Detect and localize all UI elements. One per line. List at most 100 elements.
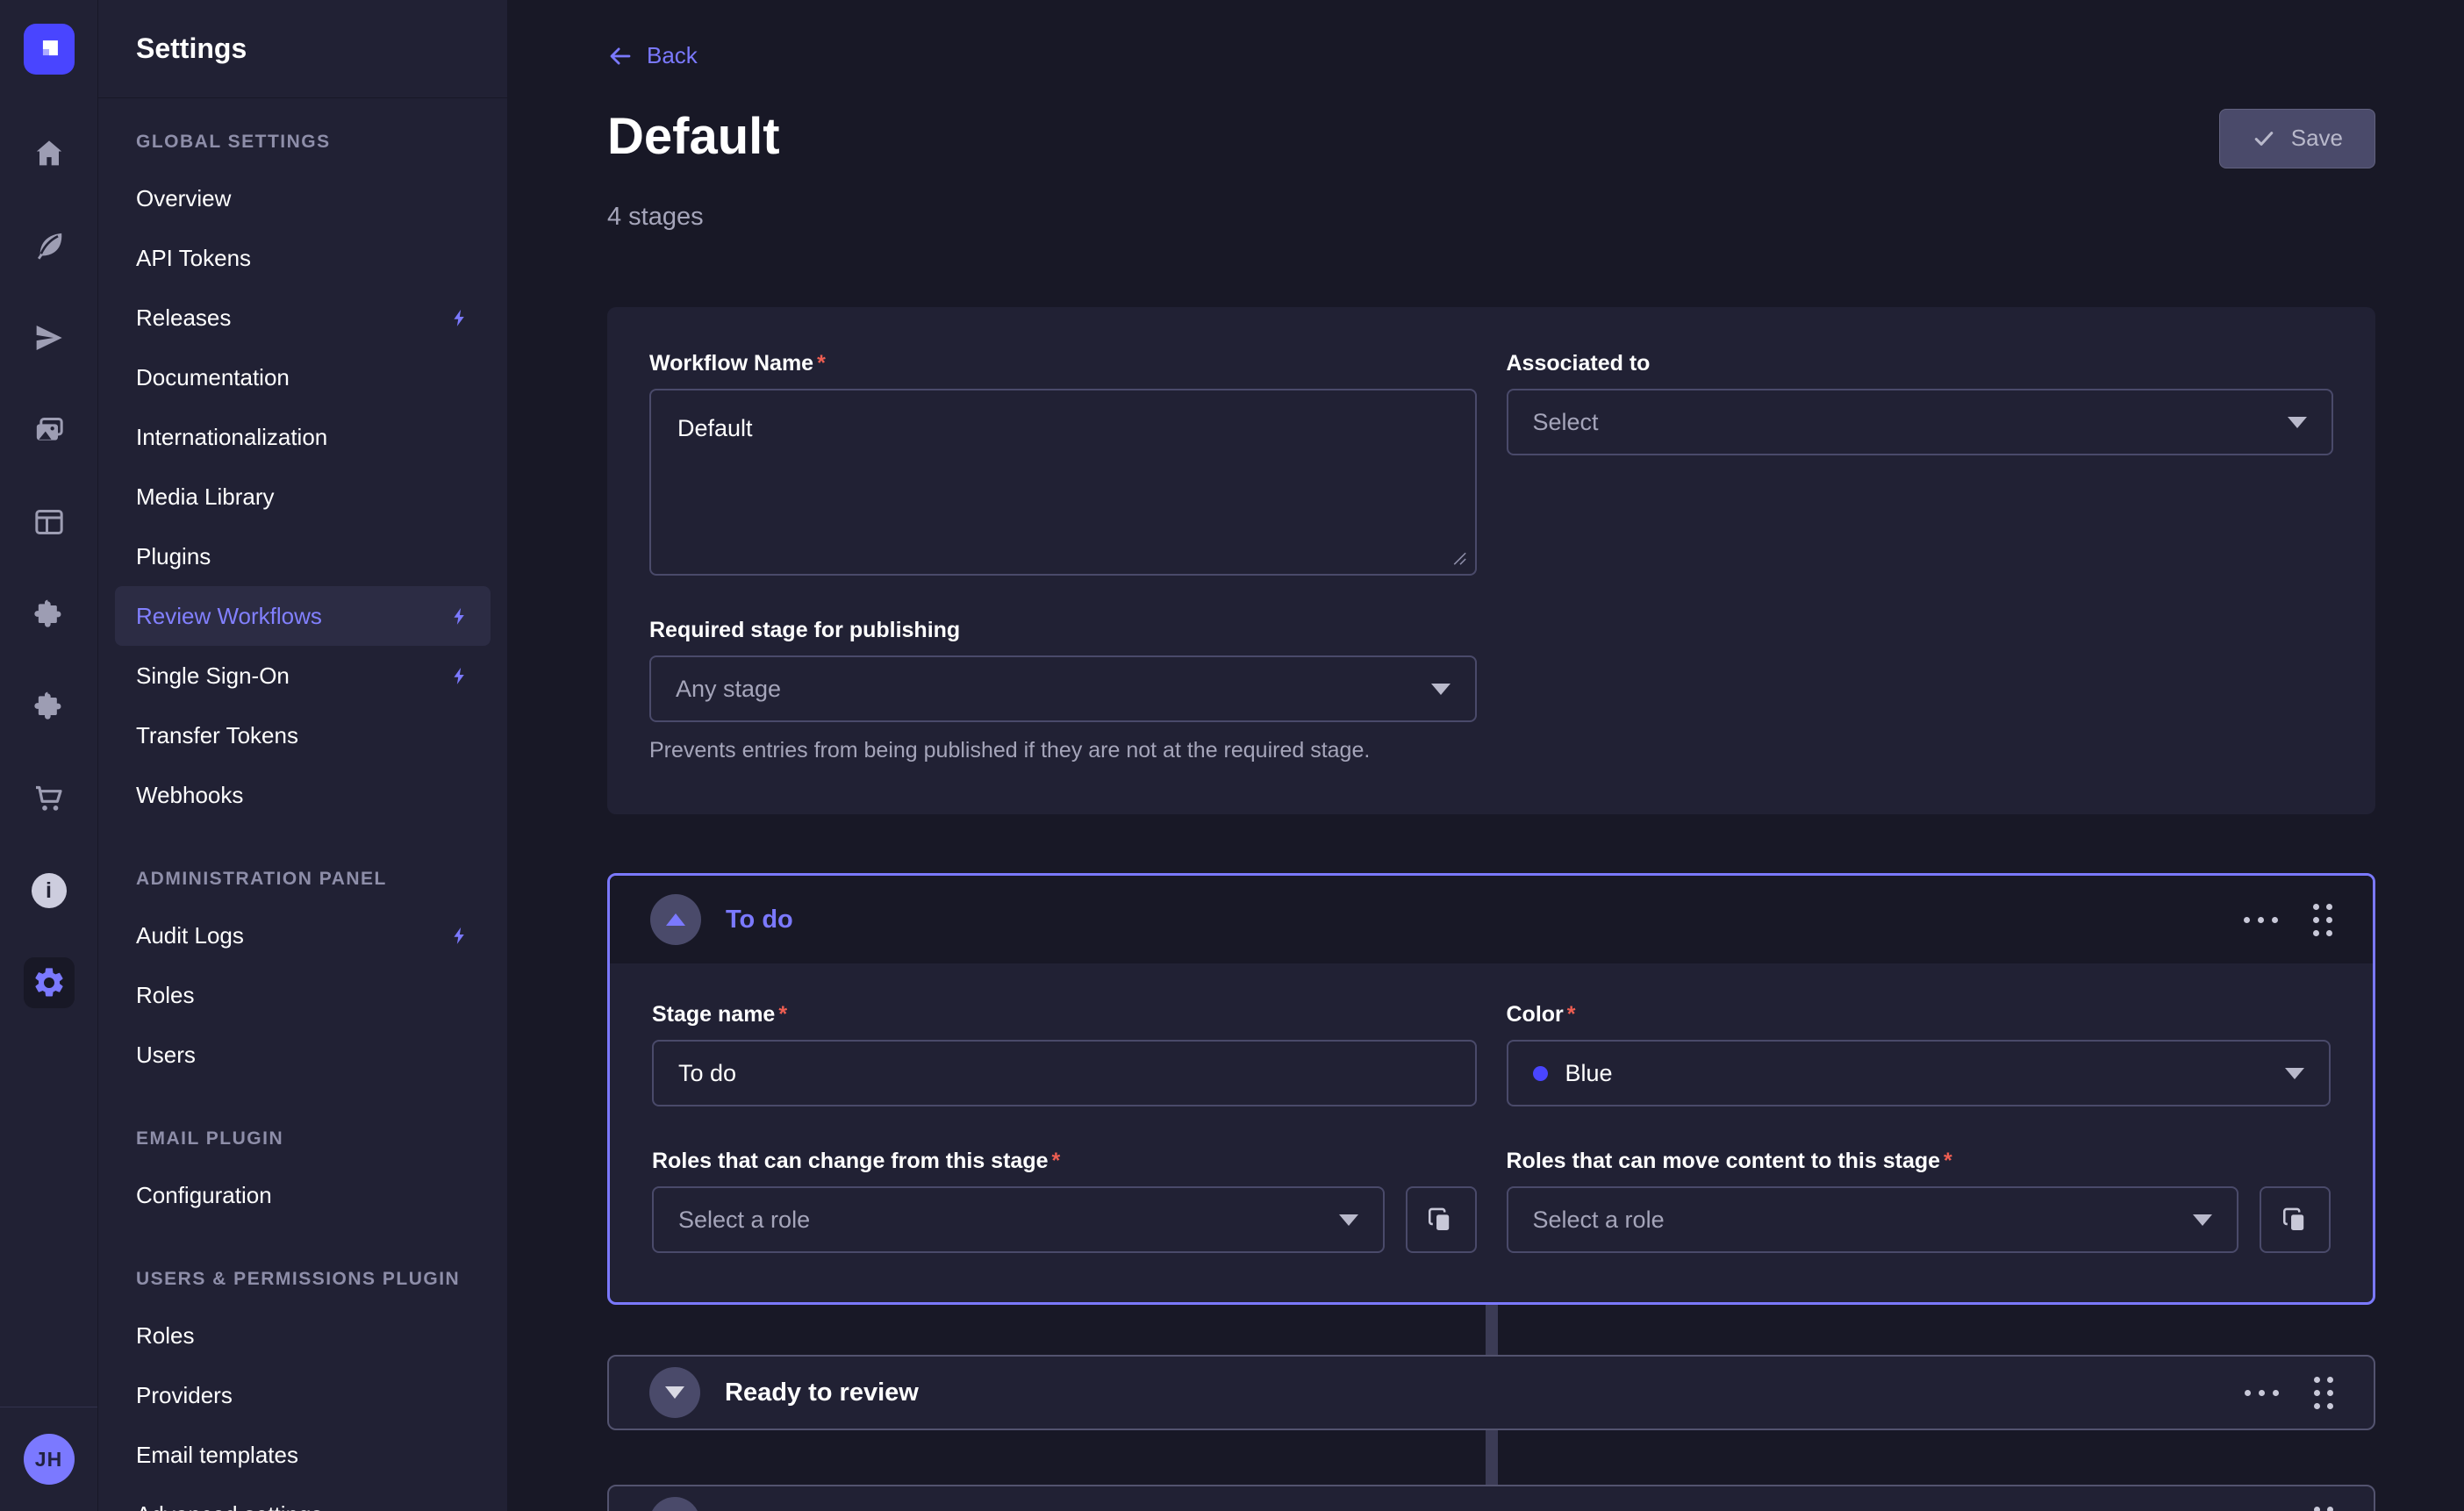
stage-title: To do: [726, 906, 793, 935]
sidebar-item-single-sign-on[interactable]: Single Sign-On: [115, 646, 491, 705]
required-asterisk: *: [1567, 1002, 1576, 1027]
sidebar-item-transfer-tokens[interactable]: Transfer Tokens: [115, 705, 491, 765]
page-subtitle: 4 stages: [607, 203, 780, 232]
collapse-stage-button[interactable]: [650, 894, 701, 945]
sidebar-item-plugins[interactable]: Plugins: [115, 526, 491, 586]
back-arrow-icon: [607, 43, 634, 69]
sidebar-item-api-tokens[interactable]: API Tokens: [115, 228, 491, 288]
sidebar-item-media-library[interactable]: Media Library: [115, 467, 491, 526]
select-placeholder: Select a role: [1533, 1207, 1665, 1234]
workflow-form-card: Workflow Name* Default Associated to Sel…: [607, 307, 2375, 814]
more-options-icon[interactable]: [2242, 912, 2280, 928]
lightning-bolt-icon: [449, 605, 471, 627]
label-text: Roles that can change from this stage: [652, 1149, 1049, 1173]
sidebar-item-internationalization[interactable]: Internationalization: [115, 407, 491, 467]
drag-handle-icon[interactable]: [2311, 900, 2334, 940]
sidebar-item-label: API Tokens: [136, 245, 251, 272]
sidebar-item-users[interactable]: Users: [115, 1025, 491, 1085]
workflow-name-value: Default: [677, 415, 753, 441]
page-header-text: Default 4 stages: [607, 109, 780, 233]
marketplace-puzzle-icon[interactable]: [24, 681, 75, 732]
stage-color-select[interactable]: Blue: [1507, 1040, 2331, 1106]
media-library-icon[interactable]: [24, 405, 75, 455]
sidebar-item-overview[interactable]: Overview: [115, 168, 491, 228]
sidebar-item-label: Overview: [136, 185, 231, 212]
content-type-builder-icon[interactable]: [24, 497, 75, 548]
sidebar-header: Settings: [98, 0, 507, 98]
sidebar-item-documentation[interactable]: Documentation: [115, 347, 491, 407]
duplicate-roles-button[interactable]: [2260, 1186, 2331, 1253]
sidebar-item-label: Email templates: [136, 1442, 298, 1469]
release-paper-plane-icon[interactable]: [24, 312, 75, 363]
resize-handle-icon[interactable]: [1452, 551, 1468, 567]
cart-icon[interactable]: [24, 773, 75, 824]
info-icon[interactable]: i: [24, 865, 75, 916]
sidebar-item-label: Roles: [136, 1322, 194, 1350]
sidebar-item-advanced-settings[interactable]: Advanced settings: [115, 1485, 491, 1511]
back-row: Back: [607, 42, 2375, 74]
lightning-bolt-icon: [449, 307, 471, 329]
info-badge: i: [32, 873, 67, 908]
chevron-down-icon: [1339, 1214, 1358, 1226]
sidebar-item-label: Documentation: [136, 364, 290, 391]
sidebar-item-providers[interactable]: Providers: [115, 1365, 491, 1425]
required-asterisk: *: [817, 351, 826, 376]
required-asterisk: *: [1944, 1149, 1952, 1173]
expand-stage-button[interactable]: [649, 1497, 700, 1511]
sidebar-section-global-settings: GLOBAL SETTINGS Overview API Tokens Rele…: [115, 132, 491, 825]
page-header: Default 4 stages Save: [607, 109, 2375, 233]
stage-row-in-progress: In progress: [607, 1485, 2375, 1511]
roles-move-to-select[interactable]: Select a role: [1507, 1186, 2239, 1253]
sidebar-item-webhooks[interactable]: Webhooks: [115, 765, 491, 825]
content-manager-feather-icon[interactable]: [24, 220, 75, 271]
workflow-name-textarea[interactable]: Default: [649, 389, 1477, 576]
stage-actions: [2243, 1503, 2335, 1511]
required-stage-hint: Prevents entries from being published if…: [649, 738, 1477, 763]
icon-rail: i JH: [0, 0, 98, 1511]
roles-change-from-label: Roles that can change from this stage*: [652, 1149, 1477, 1174]
sidebar-item-label: Users: [136, 1042, 196, 1069]
drag-handle-icon[interactable]: [2312, 1503, 2335, 1511]
select-placeholder: Select a role: [678, 1207, 810, 1234]
strapi-logo[interactable]: [24, 24, 75, 75]
workflow-name-label: Workflow Name*: [649, 351, 1477, 376]
stage-title: Ready to review: [725, 1379, 919, 1407]
expand-stage-button[interactable]: [649, 1367, 700, 1418]
plugins-puzzle-icon[interactable]: [24, 589, 75, 640]
sidebar-item-label: Providers: [136, 1382, 233, 1409]
sidebar-item-audit-logs[interactable]: Audit Logs: [115, 906, 491, 965]
required-stage-label: Required stage for publishing: [649, 618, 1477, 643]
sidebar-item-configuration[interactable]: Configuration: [115, 1165, 491, 1225]
sidebar-item-releases[interactable]: Releases: [115, 288, 491, 347]
chevron-down-icon: [2285, 1068, 2304, 1079]
stage-actions: [2242, 900, 2334, 940]
user-avatar[interactable]: JH: [24, 1434, 75, 1485]
sidebar-item-email-templates[interactable]: Email templates: [115, 1425, 491, 1485]
stage-name-input[interactable]: To do: [652, 1040, 1477, 1106]
sidebar-item-label: Audit Logs: [136, 922, 244, 949]
duplicate-roles-button[interactable]: [1406, 1186, 1477, 1253]
settings-gear-icon[interactable]: [24, 957, 75, 1008]
app-shell: i JH Settings GLOBAL SETTINGS Overview A…: [0, 0, 2464, 1511]
stage-color-label: Color*: [1507, 1002, 2331, 1028]
rail-icon-list: i: [24, 128, 75, 1008]
drag-handle-icon[interactable]: [2312, 1373, 2335, 1413]
section-label: USERS & PERMISSIONS PLUGIN: [115, 1269, 491, 1290]
back-link[interactable]: Back: [607, 42, 698, 69]
associated-to-select[interactable]: Select: [1507, 389, 2334, 455]
sidebar-item-review-workflows[interactable]: Review Workflows: [115, 586, 491, 646]
page-title: Default: [607, 109, 780, 165]
more-options-icon[interactable]: [2243, 1385, 2281, 1401]
roles-change-from-select[interactable]: Select a role: [652, 1186, 1385, 1253]
home-icon[interactable]: [24, 128, 75, 179]
save-button[interactable]: Save: [2219, 109, 2375, 168]
required-stage-select[interactable]: Any stage: [649, 655, 1477, 722]
sidebar-item-label: Releases: [136, 304, 231, 332]
section-label: EMAIL PLUGIN: [115, 1128, 491, 1149]
sidebar-item-admin-roles[interactable]: Roles: [115, 965, 491, 1025]
sidebar-item-up-roles[interactable]: Roles: [115, 1306, 491, 1365]
strapi-logo-icon: [34, 34, 64, 64]
stage-header: To do: [610, 876, 2373, 963]
lightning-bolt-icon: [449, 665, 471, 687]
stage-name-value: To do: [678, 1060, 736, 1087]
